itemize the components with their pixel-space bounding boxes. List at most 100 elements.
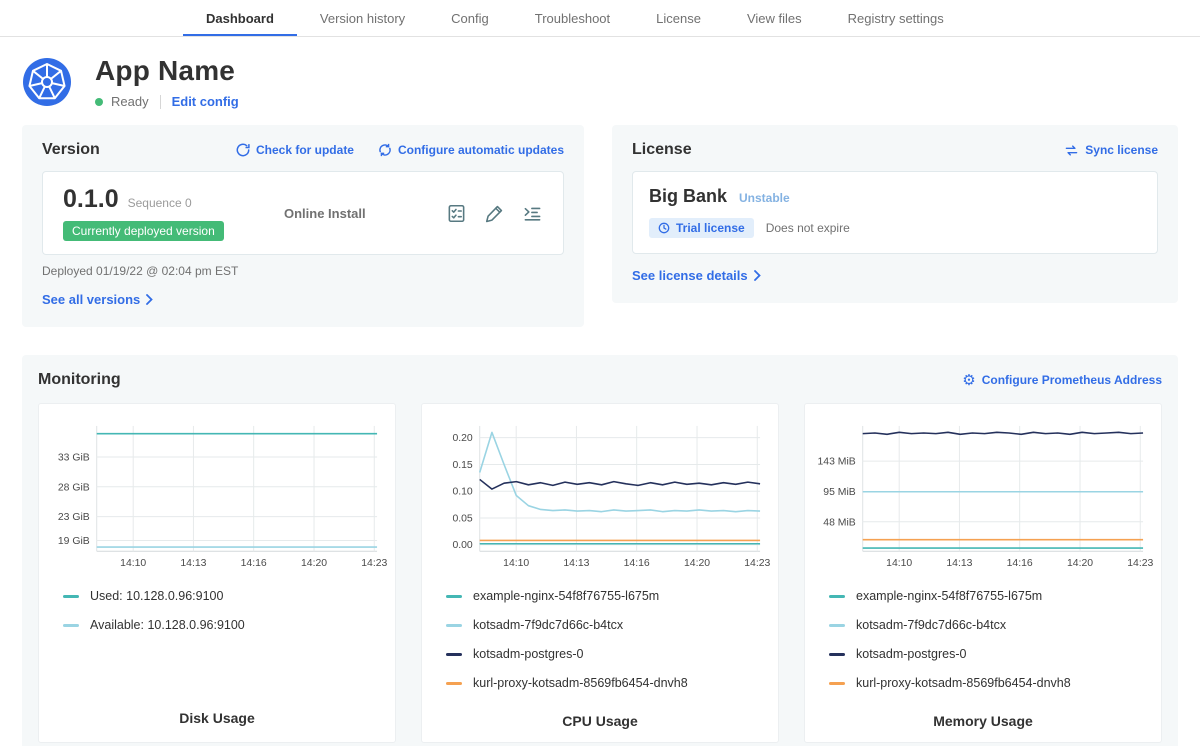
svg-text:14:20: 14:20	[684, 558, 710, 569]
svg-text:14:13: 14:13	[180, 558, 206, 569]
svg-text:28 GiB: 28 GiB	[58, 482, 90, 493]
deployed-timestamp: Deployed 01/19/22 @ 02:04 pm EST	[42, 264, 564, 278]
legend-item: kotsadm-postgres-0	[446, 647, 770, 661]
chevron-right-icon	[146, 294, 153, 305]
edit-config-link[interactable]: Edit config	[172, 94, 239, 109]
legend-label: Available: 10.128.0.96:9100	[90, 618, 245, 632]
tab-dashboard[interactable]: Dashboard	[183, 0, 297, 36]
legend-item: Used: 10.128.0.96:9100	[63, 589, 387, 603]
chart-title: Memory Usage	[813, 705, 1153, 729]
legend-item: example-nginx-54f8f76755-l675m	[446, 589, 770, 603]
divider	[160, 95, 161, 109]
legend-label: example-nginx-54f8f76755-l675m	[473, 589, 659, 603]
legend-swatch-icon	[446, 653, 462, 656]
svg-text:14:13: 14:13	[563, 558, 589, 569]
license-panel: Big Bank Unstable Trial license Does not…	[632, 171, 1158, 254]
svg-text:14:10: 14:10	[503, 558, 529, 569]
chart-canvas: 19 GiB23 GiB28 GiB33 GiB14:1014:1314:161…	[47, 418, 387, 577]
chart-legend: example-nginx-54f8f76755-l675mkotsadm-7f…	[829, 589, 1153, 705]
configure-prometheus-link[interactable]: ⚙ Configure Prometheus Address	[962, 373, 1162, 388]
tab-view-files[interactable]: View files	[724, 0, 825, 36]
svg-text:0.00: 0.00	[452, 540, 472, 551]
svg-text:14:23: 14:23	[361, 558, 387, 569]
disk-usage-chart: 19 GiB23 GiB28 GiB33 GiB14:1014:1314:161…	[47, 418, 387, 577]
svg-text:23 GiB: 23 GiB	[58, 512, 90, 523]
svg-text:14:16: 14:16	[241, 558, 267, 569]
tab-troubleshoot[interactable]: Troubleshoot	[512, 0, 633, 36]
configure-prometheus-label: Configure Prometheus Address	[982, 373, 1162, 387]
license-card: License Sync license Big Bank Unstable	[612, 125, 1178, 303]
legend-swatch-icon	[63, 624, 79, 627]
deployed-badge: Currently deployed version	[63, 221, 224, 241]
auto-update-icon	[378, 143, 392, 157]
see-all-versions-link[interactable]: See all versions	[42, 292, 153, 307]
legend-swatch-icon	[829, 653, 845, 656]
check-for-update-label: Check for update	[256, 143, 354, 157]
kubernetes-logo-icon	[22, 57, 72, 107]
legend-swatch-icon	[446, 682, 462, 685]
check-for-update-link[interactable]: Check for update	[236, 143, 354, 157]
svg-text:14:20: 14:20	[1067, 558, 1093, 569]
sync-license-link[interactable]: Sync license	[1064, 143, 1158, 157]
legend-label: kotsadm-postgres-0	[473, 647, 583, 661]
legend-label: Used: 10.128.0.96:9100	[90, 589, 223, 603]
configure-automatic-updates-link[interactable]: Configure automatic updates	[378, 143, 564, 157]
top-nav: Dashboard Version history Config Trouble…	[0, 0, 1200, 37]
svg-text:33 GiB: 33 GiB	[58, 452, 90, 463]
page-title: App Name	[95, 55, 239, 87]
tab-license[interactable]: License	[633, 0, 724, 36]
svg-text:14:23: 14:23	[1127, 558, 1153, 569]
legend-item: kotsadm-7f9dc7d66c-b4tcx	[829, 618, 1153, 632]
legend-item: kotsadm-postgres-0	[829, 647, 1153, 661]
monitoring-section: Monitoring ⚙ Configure Prometheus Addres…	[22, 355, 1178, 746]
legend-label: kurl-proxy-kotsadm-8569fb6454-dnvh8	[473, 676, 688, 690]
legend-item: kurl-proxy-kotsadm-8569fb6454-dnvh8	[446, 676, 770, 690]
memory-usage-chart-card: 48 MiB95 MiB143 MiB14:1014:1314:1614:201…	[804, 403, 1162, 743]
legend-item: kotsadm-7f9dc7d66c-b4tcx	[446, 618, 770, 632]
chart-legend: example-nginx-54f8f76755-l675m kotsadm-7f…	[446, 589, 770, 705]
app-header: App Name Ready Edit config	[0, 37, 1200, 125]
tab-config[interactable]: Config	[428, 0, 512, 36]
clock-icon	[658, 222, 670, 234]
svg-text:0.05: 0.05	[452, 513, 472, 524]
deploy-logs-icon[interactable]	[522, 203, 543, 224]
license-card-title: License	[632, 141, 692, 159]
svg-text:14:16: 14:16	[1007, 558, 1033, 569]
version-number: 0.1.0	[63, 185, 119, 214]
trial-license-label: Trial license	[676, 221, 745, 235]
tab-version-history[interactable]: Version history	[297, 0, 428, 36]
legend-swatch-icon	[829, 624, 845, 627]
charts-row: 19 GiB23 GiB28 GiB33 GiB14:1014:1314:161…	[38, 403, 1162, 743]
legend-item: Available: 10.128.0.96:9100	[63, 618, 387, 632]
chart-title: CPU Usage	[430, 705, 770, 729]
status-dot-icon	[95, 98, 103, 106]
legend-swatch-icon	[63, 595, 79, 598]
sync-icon	[1064, 144, 1079, 157]
sync-license-label: Sync license	[1085, 143, 1158, 157]
svg-text:48 MiB: 48 MiB	[823, 517, 855, 528]
svg-text:14:20: 14:20	[301, 558, 327, 569]
legend-swatch-icon	[446, 624, 462, 627]
legend-label: kotsadm-7f9dc7d66c-b4tcx	[473, 618, 623, 632]
trial-license-badge: Trial license	[649, 218, 754, 238]
tab-registry-settings[interactable]: Registry settings	[825, 0, 967, 36]
customer-name: Big Bank	[649, 186, 727, 207]
main-content: Version Check for update	[0, 125, 1200, 746]
version-card: Version Check for update	[22, 125, 584, 327]
legend-swatch-icon	[446, 595, 462, 598]
legend-item: kurl-proxy-kotsadm-8569fb6454-dnvh8	[829, 676, 1153, 690]
svg-text:95 MiB: 95 MiB	[823, 487, 855, 498]
svg-text:0.15: 0.15	[452, 460, 472, 471]
preflight-checks-icon[interactable]	[446, 203, 467, 224]
disk-usage-chart-card: 19 GiB23 GiB28 GiB33 GiB14:1014:1314:161…	[38, 403, 396, 743]
channel-label: Unstable	[739, 191, 790, 205]
chart-canvas: 0.000.050.100.150.2014:1014:1314:1614:20…	[430, 418, 770, 577]
current-version-panel: 0.1.0 Sequence 0 Currently deployed vers…	[42, 171, 564, 255]
see-license-details-label: See license details	[632, 268, 748, 283]
edit-config-pen-icon[interactable]	[484, 203, 505, 224]
svg-text:0.20: 0.20	[452, 433, 472, 444]
svg-text:14:13: 14:13	[946, 558, 972, 569]
legend-label: kotsadm-postgres-0	[856, 647, 966, 661]
cpu-usage-chart-card: 0.000.050.100.150.2014:1014:1314:1614:20…	[421, 403, 779, 743]
see-license-details-link[interactable]: See license details	[632, 268, 761, 283]
